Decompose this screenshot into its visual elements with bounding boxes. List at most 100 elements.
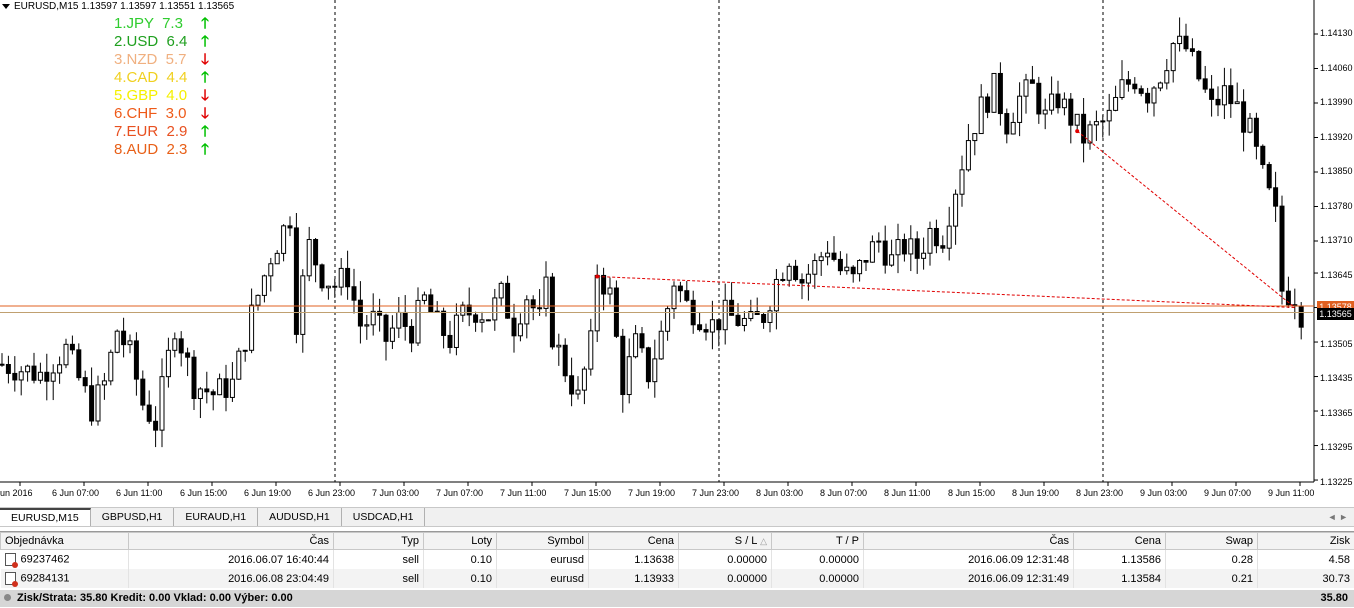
tab-audusd-h1[interactable]: AUDUSD,H1 bbox=[258, 508, 342, 526]
candle-body bbox=[1024, 80, 1028, 96]
candle-body bbox=[1280, 206, 1284, 291]
time-axis-label: 7 Jun 07:00 bbox=[436, 488, 483, 498]
col-tp[interactable]: T / P bbox=[772, 533, 864, 550]
time-axis-label: 8 Jun 11:00 bbox=[884, 488, 930, 498]
candle-body bbox=[173, 339, 177, 350]
time-axis-label: 7 Jun 23:00 bbox=[692, 488, 739, 498]
tab-eurusd-m15[interactable]: EURUSD,M15 bbox=[0, 508, 91, 526]
col-time[interactable]: Čas bbox=[864, 533, 1074, 550]
candle-body bbox=[211, 392, 215, 395]
candle-body bbox=[51, 373, 55, 381]
candle-body bbox=[928, 228, 932, 253]
tab-euraud-h1[interactable]: EURAUD,H1 bbox=[174, 508, 258, 526]
summary-status-icon bbox=[4, 594, 11, 601]
order-sl: 0.00000 bbox=[679, 550, 772, 570]
order-type: sell bbox=[334, 569, 424, 588]
candle-body bbox=[1133, 84, 1137, 89]
candle-body bbox=[365, 325, 369, 326]
candle-body bbox=[1254, 118, 1258, 146]
chart-area[interactable]: EURUSD,M15 1.13597 1.13597 1.13551 1.135… bbox=[0, 0, 1354, 505]
order-symbol: eurusd bbox=[497, 550, 589, 570]
candle-body bbox=[602, 275, 606, 294]
candle-body bbox=[0, 364, 4, 365]
strength-label: 2.USD 6.4 bbox=[114, 33, 196, 51]
candle-body bbox=[1203, 79, 1207, 89]
candle-body bbox=[1018, 96, 1022, 122]
candle-body bbox=[954, 194, 958, 226]
col-close-price[interactable]: Cena bbox=[1074, 533, 1166, 550]
candle-body bbox=[659, 331, 663, 359]
price-axis-label: 1.13435 bbox=[1320, 373, 1353, 383]
tab-usdcad-h1[interactable]: USDCAD,H1 bbox=[342, 508, 426, 526]
col-profit[interactable]: Zisk bbox=[1258, 533, 1354, 550]
arrow-up-icon: 🡑 bbox=[196, 33, 214, 51]
order-time: 2016.06.09 12:31:49 bbox=[864, 569, 1074, 588]
candle-body bbox=[314, 240, 318, 265]
candle-body bbox=[19, 372, 23, 380]
candle-body bbox=[32, 366, 36, 380]
strength-row: 1.JPY 7.3🡑 bbox=[114, 15, 214, 33]
order-row[interactable]: 69237462 2016.06.07 16:40:44 sell 0.10 e… bbox=[1, 550, 1354, 570]
candle-body bbox=[326, 286, 330, 288]
candle-body bbox=[90, 386, 94, 421]
candle-body bbox=[915, 239, 919, 258]
strength-row: 5.GBP 4.0🡓 bbox=[114, 87, 214, 105]
candle-body bbox=[1274, 188, 1278, 206]
candle-body bbox=[685, 291, 689, 301]
strength-row: 7.EUR 2.9🡑 bbox=[114, 123, 214, 141]
strength-label: 8.AUD 2.3 bbox=[114, 141, 196, 159]
tab-scroll-arrows[interactable]: ◄ ► bbox=[1328, 508, 1348, 526]
candle-body bbox=[83, 378, 87, 386]
candle-body bbox=[883, 241, 887, 265]
orders-table: Objednávka Čas Typ Loty Symbol Cena S / … bbox=[0, 532, 1354, 588]
candle-body bbox=[230, 379, 234, 397]
candle-body bbox=[224, 379, 228, 398]
candle-body bbox=[858, 261, 862, 274]
chart-menu-triangle-icon[interactable] bbox=[2, 4, 10, 9]
price-axis-label: 1.13295 bbox=[1320, 442, 1353, 452]
candle-body bbox=[147, 405, 151, 421]
price-axis-label: 1.13780 bbox=[1320, 201, 1353, 211]
col-swap[interactable]: Swap bbox=[1166, 533, 1258, 550]
candle-body bbox=[166, 350, 170, 376]
col-open-time[interactable]: Čas bbox=[129, 533, 334, 550]
price-axis-label: 1.13225 bbox=[1320, 477, 1353, 487]
col-sl[interactable]: S / L △ bbox=[679, 533, 772, 550]
col-lots[interactable]: Loty bbox=[424, 533, 497, 550]
price-axis-label: 1.13505 bbox=[1320, 339, 1353, 349]
candle-body bbox=[243, 350, 247, 351]
summary-total: 35.80 bbox=[1320, 590, 1348, 607]
col-symbol[interactable]: Symbol bbox=[497, 533, 589, 550]
time-axis-label: 6 Jun 11:00 bbox=[116, 488, 162, 498]
price-axis-label: 1.13645 bbox=[1320, 270, 1353, 280]
candle-body bbox=[922, 253, 926, 258]
candle-body bbox=[755, 312, 759, 315]
candle-body bbox=[269, 264, 273, 276]
candle-body bbox=[1005, 114, 1009, 134]
candle-body bbox=[448, 335, 452, 347]
candle-body bbox=[902, 240, 906, 254]
candle-body bbox=[128, 341, 132, 345]
candle-body bbox=[909, 239, 913, 254]
col-price[interactable]: Cena bbox=[589, 533, 679, 550]
candle-body bbox=[525, 300, 529, 324]
candle-body bbox=[333, 286, 337, 287]
candle-body bbox=[160, 377, 164, 430]
col-ticket[interactable]: Objednávka bbox=[1, 533, 129, 550]
candle-body bbox=[589, 331, 593, 369]
col-type[interactable]: Typ bbox=[334, 533, 424, 550]
order-price: 1.13933 bbox=[589, 569, 679, 588]
order-ticket: 69237462 bbox=[21, 553, 70, 565]
candle-body bbox=[1299, 306, 1303, 327]
time-axis-label: 9 Jun 11:00 bbox=[1268, 488, 1314, 498]
candle-body bbox=[186, 353, 190, 357]
candle-body bbox=[77, 350, 81, 378]
candle-body bbox=[992, 73, 996, 112]
time-axis-label: 6 Jun 2016 bbox=[0, 488, 33, 498]
strength-row: 6.CHF 3.0🡓 bbox=[114, 105, 214, 123]
tab-gbpusd-h1[interactable]: GBPUSD,H1 bbox=[91, 508, 175, 526]
candle-body bbox=[429, 295, 433, 312]
candle-body bbox=[403, 312, 407, 326]
account-summary-bar: Zisk/Strata: 35.80 Kredit: 0.00 Vklad: 0… bbox=[0, 590, 1354, 607]
order-row[interactable]: 69284131 2016.06.08 23:04:49 sell 0.10 e… bbox=[1, 569, 1354, 588]
